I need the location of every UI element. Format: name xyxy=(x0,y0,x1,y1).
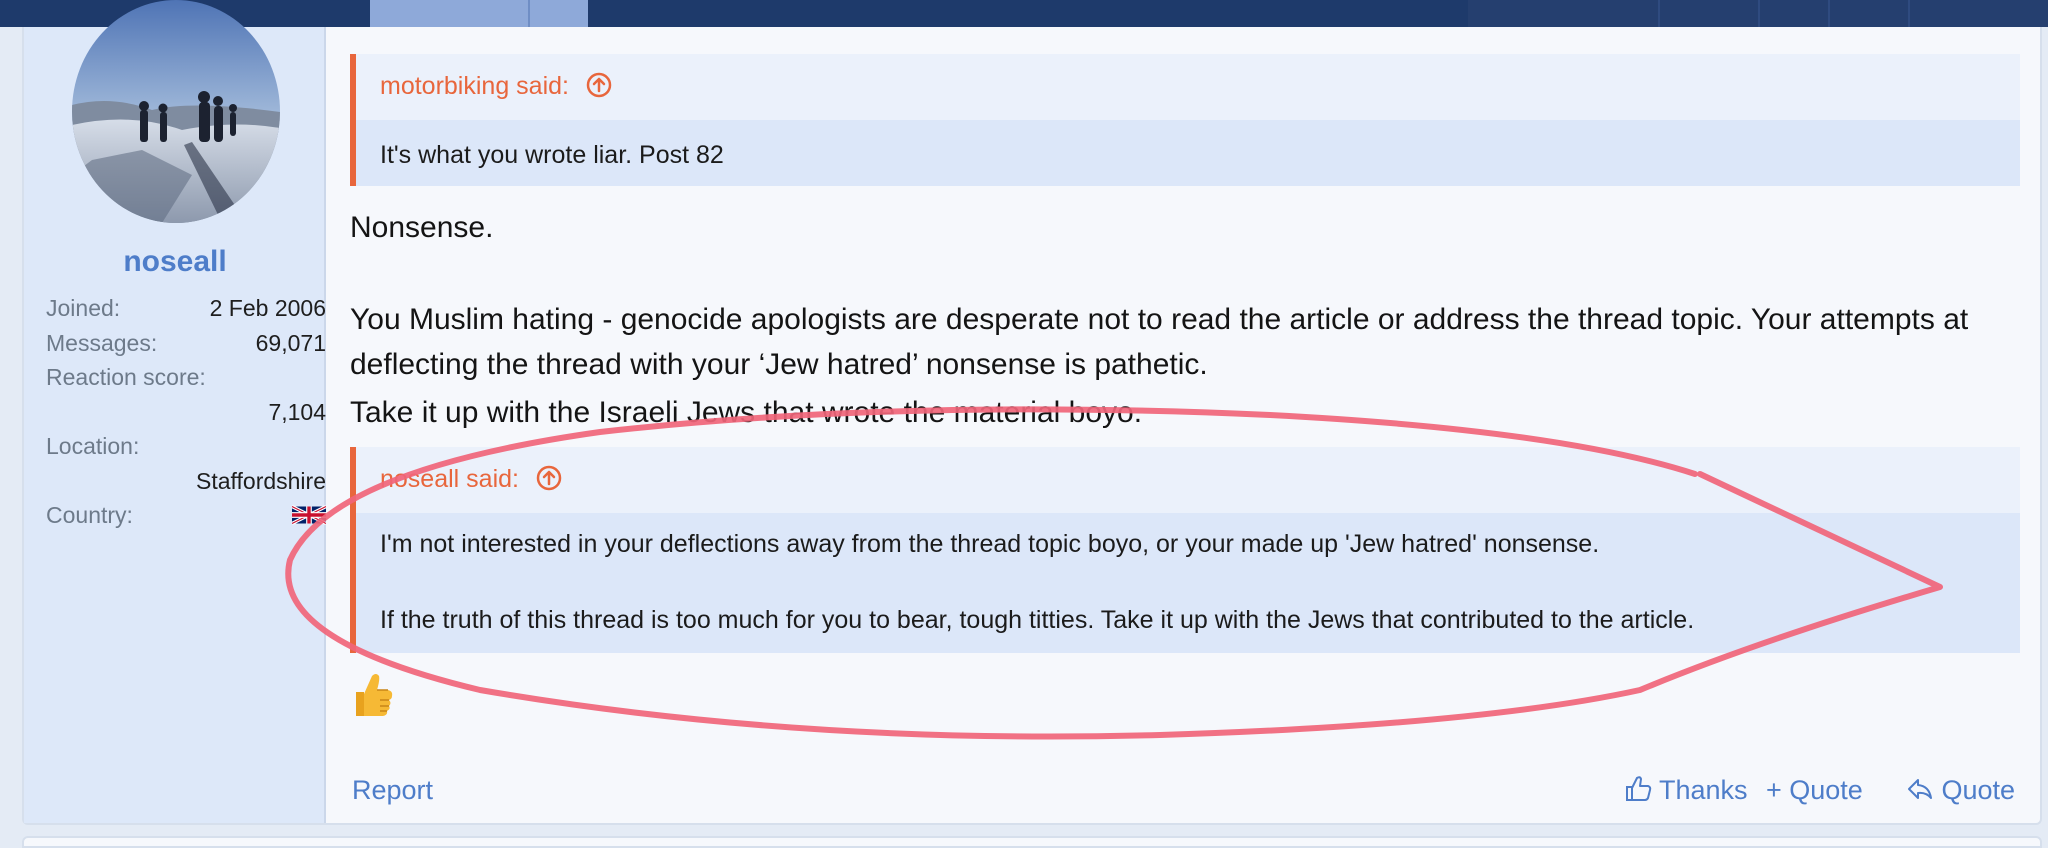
thanks-label: Thanks xyxy=(1659,775,1748,805)
quote-spacer xyxy=(380,563,1996,601)
quote-header[interactable]: noseall said: xyxy=(356,447,2020,513)
top-navigation-bar xyxy=(0,0,2048,27)
message-line-3: Take it up with the Israeli Jews that wr… xyxy=(350,396,1143,429)
nav-separator xyxy=(1828,0,1830,27)
jump-up-arrow-icon[interactable] xyxy=(586,72,612,98)
location-value[interactable]: Staffordshire xyxy=(196,468,326,495)
reaction-score-value: 7,104 xyxy=(268,399,326,425)
location-row: Location: Staffordshire xyxy=(46,433,326,503)
nav-tab-divider xyxy=(528,0,530,27)
quote-author[interactable]: noseall said: xyxy=(380,465,519,493)
quote-author[interactable]: motorbiking said: xyxy=(380,72,569,100)
quote-text: It's what you wrote liar. Post 82 xyxy=(356,120,2020,186)
user-panel: noseall Joined: 2 Feb 2006 Messages: 69,… xyxy=(24,0,326,823)
messages-value[interactable]: 69,071 xyxy=(256,330,326,357)
country-label: Country: xyxy=(46,502,133,528)
reply-arrow-icon xyxy=(1908,779,1932,799)
quote-text-line-2: If the truth of this thread is too much … xyxy=(380,606,1695,634)
quote-reply-label: Quote xyxy=(1941,775,2016,805)
uk-flag-icon xyxy=(292,504,326,526)
thumbs-up-icon xyxy=(1626,776,1652,801)
avatar[interactable] xyxy=(72,0,280,223)
report-link[interactable]: Report xyxy=(352,775,433,806)
thumbs-up-emoji xyxy=(356,674,393,716)
nav-user-area[interactable] xyxy=(1468,0,2048,27)
joined-row: Joined: 2 Feb 2006 xyxy=(46,295,326,322)
nav-separator xyxy=(1908,0,1910,27)
username[interactable]: noseall xyxy=(24,245,326,279)
quote-reply-button[interactable]: Quote xyxy=(1906,775,2015,806)
jump-up-arrow-icon[interactable] xyxy=(536,465,562,491)
forum-post: noseall Joined: 2 Feb 2006 Messages: 69,… xyxy=(22,0,2042,825)
message-line-2: You Muslim hating - genocide apologists … xyxy=(350,303,1969,381)
message-body: motorbiking said: It's what you wrote li… xyxy=(326,27,2042,823)
nav-separator xyxy=(1758,0,1760,27)
nav-separator xyxy=(1658,0,1660,27)
thanks-button[interactable]: Thanks xyxy=(1624,775,1748,806)
country-row: Country: xyxy=(46,502,326,529)
joined-value: 2 Feb 2006 xyxy=(209,295,326,321)
quote-header[interactable]: motorbiking said: xyxy=(356,54,2020,120)
quote-block-noseall: noseall said: I'm not interested in your… xyxy=(350,447,2020,653)
joined-label: Joined: xyxy=(46,295,121,321)
avatar-image xyxy=(72,0,280,223)
location-label: Location: xyxy=(46,433,140,459)
quote-text: I'm not interested in your deflections a… xyxy=(356,513,2020,653)
nav-tab-active[interactable] xyxy=(370,0,588,27)
reaction-score-label: Reaction score: xyxy=(46,364,206,390)
messages-row: Messages: 69,071 xyxy=(46,330,326,357)
next-post-edge xyxy=(22,836,2042,848)
multi-quote-button[interactable]: + Quote xyxy=(1766,775,1863,806)
reaction-score-row: Reaction score: 7,104 xyxy=(46,364,326,434)
messages-label: Messages: xyxy=(46,330,158,356)
quote-block-motorbiking: motorbiking said: It's what you wrote li… xyxy=(350,54,2020,186)
message-line-1: Nonsense. xyxy=(350,211,494,244)
quote-text-line-1: I'm not interested in your deflections a… xyxy=(380,530,1600,558)
